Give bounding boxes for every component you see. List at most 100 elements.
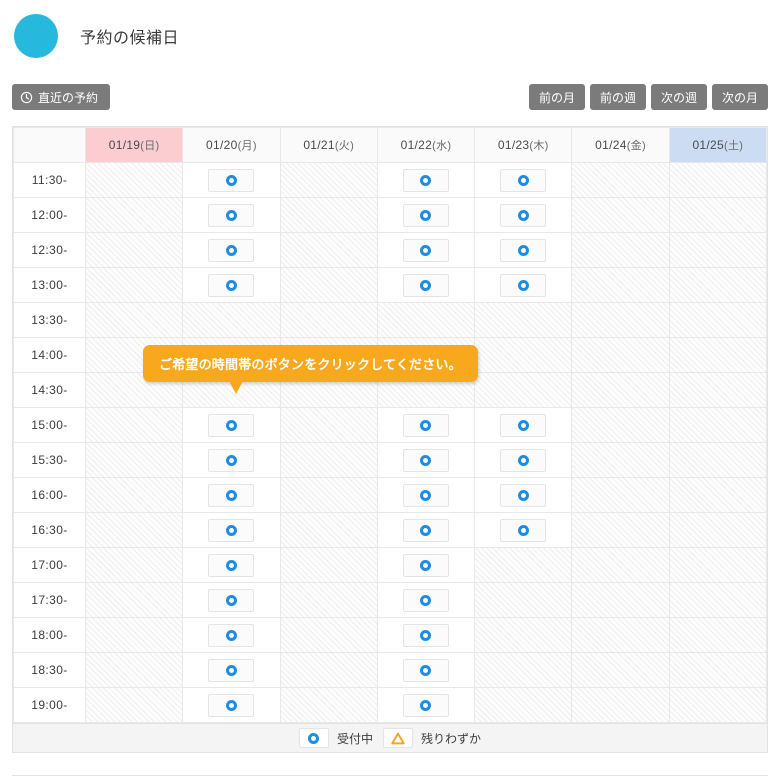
- reserve-slot-button[interactable]: [402, 588, 449, 612]
- reserve-slot-button[interactable]: [208, 623, 255, 647]
- prev-week-button[interactable]: 前の週: [589, 84, 646, 110]
- slot-cell-unavailable: [279, 407, 378, 443]
- slot-cell-available[interactable]: [376, 442, 476, 478]
- slot-cell-unavailable: [668, 687, 768, 723]
- reserve-slot-button[interactable]: [208, 553, 255, 577]
- slot-cell-available[interactable]: [376, 617, 476, 653]
- reserve-slot-button[interactable]: [500, 518, 547, 542]
- reserve-slot-button[interactable]: [402, 448, 449, 472]
- next-month-button[interactable]: 次の月: [711, 84, 768, 110]
- slot-cell-available[interactable]: [474, 267, 573, 303]
- next-week-button[interactable]: 次の週: [650, 84, 707, 110]
- slot-cell-unavailable: [279, 687, 378, 723]
- slot-cell-available[interactable]: [182, 687, 281, 723]
- legend-label-few-left: 残りわずか: [421, 731, 482, 746]
- slot-cell-available[interactable]: [474, 512, 573, 548]
- slot-cell-available[interactable]: [182, 407, 281, 443]
- reserve-slot-button[interactable]: [208, 273, 255, 297]
- reserve-slot-button[interactable]: [500, 168, 547, 192]
- time-slot-label: 12:30-: [13, 232, 86, 268]
- table-row: 19:00-: [13, 687, 768, 723]
- legend-bar: 受付中 残りわずか: [12, 723, 768, 753]
- slot-cell-available[interactable]: [376, 582, 476, 618]
- reserve-slot-button[interactable]: [500, 238, 547, 262]
- reserve-slot-button[interactable]: [402, 273, 449, 297]
- slot-cell-available[interactable]: [182, 617, 281, 653]
- slot-cell-unavailable: [668, 197, 768, 233]
- reserve-slot-button[interactable]: [208, 693, 255, 717]
- slot-cell-unavailable: [668, 582, 768, 618]
- slot-cell-available[interactable]: [474, 477, 573, 513]
- reserve-slot-button[interactable]: [208, 203, 255, 227]
- reserve-slot-button[interactable]: [208, 518, 255, 542]
- reserve-slot-button[interactable]: [208, 658, 255, 682]
- slot-cell-available[interactable]: [376, 687, 476, 723]
- slot-cell-available[interactable]: [376, 197, 476, 233]
- clock-icon: [20, 91, 33, 103]
- reserve-slot-button[interactable]: [500, 413, 547, 437]
- circle-icon: [225, 454, 237, 466]
- slot-cell-available[interactable]: [376, 407, 476, 443]
- reserve-slot-button[interactable]: [402, 658, 449, 682]
- reserve-slot-button[interactable]: [208, 238, 255, 262]
- reserve-slot-button[interactable]: [402, 203, 449, 227]
- slot-cell-unavailable: [474, 687, 573, 723]
- circle-icon: [225, 524, 237, 536]
- prev-month-button[interactable]: 前の月: [528, 84, 585, 110]
- slot-cell-available[interactable]: [182, 512, 281, 548]
- reserve-slot-button[interactable]: [500, 483, 547, 507]
- reserve-slot-button[interactable]: [208, 448, 255, 472]
- slot-cell-available[interactable]: [182, 267, 281, 303]
- reserve-slot-button[interactable]: [402, 483, 449, 507]
- reserve-slot-button[interactable]: [402, 553, 449, 577]
- slot-cell-available[interactable]: [182, 162, 281, 198]
- slot-cell-available[interactable]: [474, 407, 573, 443]
- reserve-slot-button[interactable]: [208, 413, 255, 437]
- reserve-slot-button[interactable]: [402, 168, 449, 192]
- slot-cell-available[interactable]: [376, 547, 476, 583]
- slot-cell-unavailable: [279, 512, 378, 548]
- slot-cell-available[interactable]: [376, 477, 476, 513]
- reserve-slot-button[interactable]: [208, 483, 255, 507]
- slot-cell-available[interactable]: [376, 162, 476, 198]
- slot-cell-unavailable: [279, 162, 378, 198]
- circle-icon: [517, 279, 529, 291]
- reserve-slot-button[interactable]: [402, 238, 449, 262]
- reserve-slot-button[interactable]: [402, 518, 449, 542]
- circle-icon: [517, 489, 529, 501]
- slot-cell-available[interactable]: [474, 197, 573, 233]
- reserve-slot-button[interactable]: [402, 413, 449, 437]
- slot-cell-available[interactable]: [182, 652, 281, 688]
- reserve-slot-button[interactable]: [500, 448, 547, 472]
- circle-icon: [517, 524, 529, 536]
- slot-cell-available[interactable]: [376, 512, 476, 548]
- time-slot-label: 11:30-: [13, 162, 86, 198]
- time-slot-label: 18:00-: [13, 617, 86, 653]
- slot-cell-unavailable: [474, 652, 573, 688]
- slot-cell-available[interactable]: [182, 197, 281, 233]
- reserve-slot-button[interactable]: [500, 203, 547, 227]
- reserve-slot-button[interactable]: [208, 588, 255, 612]
- slot-cell-available[interactable]: [474, 162, 573, 198]
- time-slot-label: 12:00-: [13, 197, 86, 233]
- slot-cell-available[interactable]: [474, 232, 573, 268]
- slot-cell-available[interactable]: [376, 652, 476, 688]
- reserve-slot-button[interactable]: [208, 168, 255, 192]
- circle-icon: [420, 699, 432, 711]
- time-slot-label: 13:30-: [13, 302, 86, 338]
- slot-cell-available[interactable]: [182, 477, 281, 513]
- slot-cell-available[interactable]: [182, 547, 281, 583]
- slot-cell-available[interactable]: [474, 442, 573, 478]
- reserve-slot-button[interactable]: [402, 623, 449, 647]
- reserve-slot-button[interactable]: [402, 693, 449, 717]
- slot-cell-available[interactable]: [182, 582, 281, 618]
- slot-cell-available[interactable]: [182, 232, 281, 268]
- reserve-slot-button[interactable]: [500, 273, 547, 297]
- slot-cell-unavailable: [376, 302, 476, 338]
- circle-icon: [420, 629, 432, 641]
- recent-reservation-button[interactable]: 直近の予約: [12, 84, 111, 110]
- slot-cell-unavailable: [571, 162, 670, 198]
- slot-cell-available[interactable]: [376, 267, 476, 303]
- slot-cell-available[interactable]: [376, 232, 476, 268]
- slot-cell-available[interactable]: [182, 442, 281, 478]
